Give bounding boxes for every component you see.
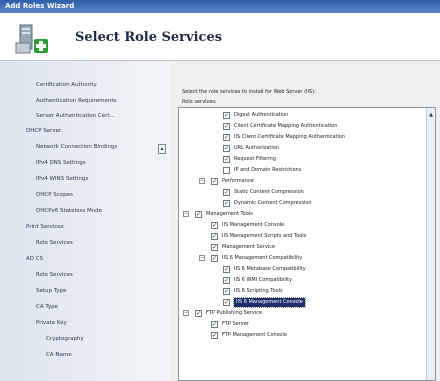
checkbox[interactable]: ✓	[211, 332, 218, 339]
tree-scrollbar[interactable]: ▲	[426, 108, 435, 380]
collapse-toggle[interactable]: −	[183, 211, 189, 217]
nav-item-cryptography[interactable]: Cryptography	[46, 336, 84, 342]
checkbox[interactable]: ✓	[223, 266, 230, 273]
tree-row-label: Management Service	[222, 244, 276, 250]
checkbox[interactable]: ✓	[223, 288, 230, 295]
nav-item-network-connection-bindings[interactable]: Network Connection Bindings	[36, 144, 117, 150]
tree-row-label: IIS 6 Management Compatibility	[222, 255, 303, 261]
checkbox[interactable]: ✓	[211, 321, 218, 328]
tree-row-label: Static Content Compression	[234, 189, 304, 195]
nav-item-dhcpv6-stateless-mode[interactable]: DHCPv6 Stateless Mode	[36, 208, 102, 214]
tree-row-label: IIS 6 Scripting Tools	[234, 288, 283, 294]
tree-row-label: Digest Authentication	[234, 112, 289, 118]
nav-item-ipv4-wins-settings[interactable]: IPv4 WINS Settings	[36, 176, 88, 182]
tree-row-label: IIS Client Certificate Mapping Authentic…	[234, 134, 346, 140]
tree-row-label: IP and Domain Restrictions	[234, 167, 302, 173]
nav-item-private-key[interactable]: Private Key	[36, 320, 67, 326]
tree-row-label: Request Filtering	[234, 156, 277, 162]
tree-row-label: IIS 6 Management Console	[233, 297, 306, 308]
tree-row-label: Management Tools	[206, 211, 253, 217]
wizard-header: Select Role Services	[0, 13, 440, 61]
add-roles-wizard-window: Add Roles Wizard Select Role Services Ce…	[0, 0, 440, 381]
scroll-up-icon[interactable]: ▲	[427, 111, 435, 119]
checkbox[interactable]: ✓	[211, 178, 218, 185]
nav-item-ca-name[interactable]: CA Name	[46, 352, 72, 358]
scroll-up-icon[interactable]: ▴	[158, 144, 166, 154]
checkbox[interactable]: ✓	[223, 112, 230, 119]
checkbox[interactable]: ✓	[223, 134, 230, 141]
tree-row-label: URL Authorization	[234, 145, 279, 151]
checkbox[interactable]: ✓	[195, 310, 202, 317]
checkbox[interactable]: ✓	[211, 222, 218, 229]
collapse-toggle[interactable]: −	[183, 310, 189, 316]
nav-item-dhcp-scopes[interactable]: DHCP Scopes	[36, 192, 73, 198]
wizard-step-nav: Certification Authority Authentication R…	[0, 62, 170, 381]
tree-row-label: Dynamic Content Compression	[234, 200, 312, 206]
checkbox[interactable]: ✓	[211, 244, 218, 251]
instruction-text: Select the role services to install for …	[182, 89, 316, 95]
nav-item-ad-cs[interactable]: AD CS	[26, 256, 43, 262]
tree-row-label: IIS Management Scripts and Tools	[222, 233, 307, 239]
nav-item-adcs-role-services[interactable]: Role Services	[36, 272, 73, 278]
tree-row-label: IIS 6 Metabase Compatibility	[234, 266, 306, 272]
nav-item-authentication-requirements[interactable]: Authentication Requirements	[36, 98, 116, 104]
main-content: Select the role services to install for …	[170, 62, 440, 381]
checkbox[interactable]: ✓	[211, 255, 218, 262]
nav-item-print-role-services[interactable]: Role Services	[36, 240, 73, 246]
tree-row-label: IIS 6 WMI Compatibility	[234, 277, 293, 283]
collapse-toggle[interactable]: −	[199, 255, 205, 261]
window-title: Add Roles Wizard	[0, 0, 440, 13]
checkbox[interactable]: ✓	[223, 277, 230, 284]
checkbox[interactable]: ✓	[223, 156, 230, 163]
nav-item-ipv4-dns-settings[interactable]: IPv4 DNS Settings	[36, 160, 86, 166]
collapse-toggle[interactable]: −	[199, 178, 205, 184]
checkbox[interactable]: ✓	[223, 189, 230, 196]
tree-row-label: FTP Management Console	[222, 332, 287, 338]
nav-item-print-services[interactable]: Print Services	[26, 224, 64, 230]
checkbox[interactable]: ✓	[195, 211, 202, 218]
nav-item-certification-authority[interactable]: Certification Authority	[36, 82, 97, 88]
server-roles-icon	[14, 23, 50, 57]
checkbox[interactable]: ✓	[223, 145, 230, 152]
role-services-label: Role services:	[182, 99, 217, 105]
tree-row-label: FTP Publishing Service	[206, 310, 263, 316]
tree-row-label: Performance	[222, 178, 254, 184]
tree-row-label: IIS Management Console	[222, 222, 285, 228]
checkbox[interactable]: ✓	[223, 123, 230, 130]
tree-row-label: FTP Server	[222, 321, 249, 327]
checkbox[interactable]: ✓	[211, 233, 218, 240]
page-title: Select Role Services	[75, 30, 223, 45]
checkbox[interactable]: ✓	[223, 200, 230, 207]
checkbox[interactable]	[223, 167, 230, 174]
nav-item-setup-type[interactable]: Setup Type	[36, 288, 66, 294]
tree-row-label: Client Certificate Mapping Authenticatio…	[234, 123, 338, 129]
nav-item-dhcp-server[interactable]: DHCP Server	[26, 128, 61, 134]
checkbox[interactable]: ✓	[223, 299, 230, 306]
nav-item-server-authentication-cert[interactable]: Server Authentication Cert...	[36, 113, 115, 119]
role-services-tree[interactable]: ✓ Digest Authentication ✓ Client Certifi…	[178, 107, 436, 381]
nav-item-ca-type[interactable]: CA Type	[36, 304, 58, 310]
